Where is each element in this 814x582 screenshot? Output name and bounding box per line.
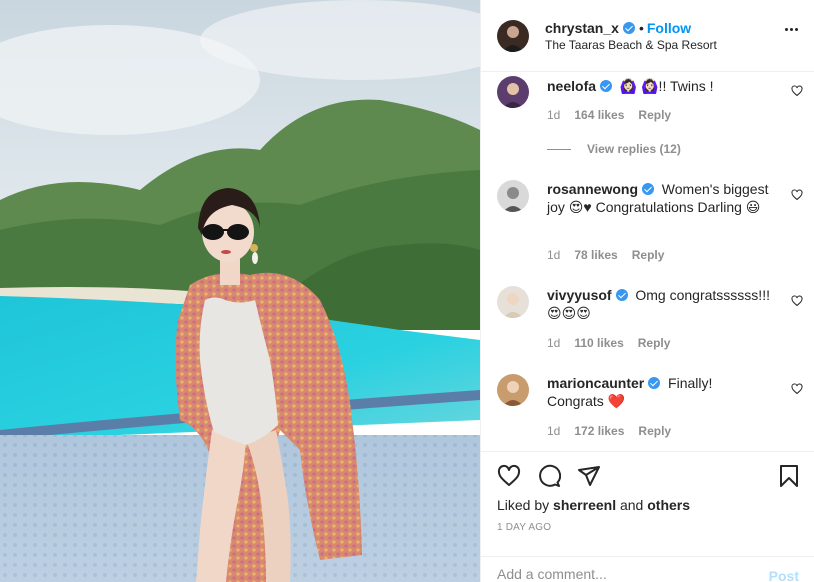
bookmark-icon[interactable] [777,464,801,488]
comment-username[interactable]: vivyyusof [547,287,612,303]
liked-by-prefix: Liked by [497,497,554,513]
follow-button[interactable]: Follow [647,20,691,36]
comment-likes[interactable]: 110 likes [574,336,623,350]
comment-text: 🙆🏻‍♀️ 🙆🏻‍♀️!! Twins ! [619,78,714,94]
comment-icon[interactable] [537,464,561,488]
comment-likes[interactable]: 78 likes [574,248,617,262]
comment-username[interactable]: rosannewong [547,181,638,197]
comment-username[interactable]: neelofa [547,78,596,94]
comment-text-block: rosannewong Women's biggest joy 😍♥ Congr… [547,180,773,216]
liked-by-user[interactable]: sherreenl [553,497,616,513]
comment-like-heart-icon[interactable] [791,383,803,395]
commenter-avatar[interactable] [497,374,529,406]
comment-username[interactable]: marioncaunter [547,375,644,391]
comment-meta: 1d 172 likes Reply [547,424,685,438]
comment-text-block: vivyyusof Omg congratssssss!!! 😍😍😍 [547,286,773,322]
comment-reply-button[interactable]: Reply [638,336,671,350]
comment-like-heart-icon[interactable] [791,85,803,97]
comment-meta: 1d 164 likes Reply [547,108,685,122]
comment-input[interactable] [497,566,737,582]
comment-like-heart-icon[interactable] [791,295,803,307]
liked-by-line: Liked by sherreenl and others [497,497,690,513]
post-side-panel: chrystan_x • Follow The Taaras Beach & Spa… [480,0,814,582]
header-title-line: chrystan_x • Follow [545,20,691,36]
verified-badge-icon [648,377,661,389]
comment-reply-button[interactable]: Reply [632,248,665,262]
verified-badge-icon [600,80,613,92]
comment-time: 1d [547,336,561,350]
commenter-avatar[interactable] [497,180,529,212]
more-options-icon[interactable] [785,28,799,32]
comment-meta: 1d 78 likes Reply [547,248,678,262]
post-comment-button[interactable]: Post [769,568,799,582]
comment-likes[interactable]: 172 likes [574,424,624,438]
author-username[interactable]: chrystan_x [545,20,619,36]
view-replies-button[interactable]: View replies (12) [547,142,681,156]
commenter-avatar-image [497,76,529,108]
post-actions-section: Liked by sherreenl and others 1 DAY AGO … [481,451,814,582]
post-timestamp[interactable]: 1 DAY AGO [497,522,551,533]
comment-reply-button[interactable]: Reply [638,424,671,438]
add-comment-bar: Post [481,556,814,582]
comment-like-heart-icon[interactable] [791,189,803,201]
comment-time: 1d [547,424,561,438]
share-icon[interactable] [577,464,601,488]
liked-by-others[interactable]: others [647,497,690,513]
comment-time: 1d [547,108,561,122]
comment-text-block: marioncaunter Finally! Congrats ❤️ [547,374,773,410]
commenter-avatar-image [497,180,529,212]
author-avatar[interactable] [497,20,529,52]
comment-time: 1d [547,248,561,262]
post-location[interactable]: The Taaras Beach & Spa Resort [545,38,717,52]
separator-dot: • [638,20,644,36]
commenter-avatar-image [497,374,529,406]
verified-badge-icon [622,22,635,34]
view-replies-label: View replies (12) [587,142,681,156]
comment-meta: 1d 110 likes Reply [547,336,684,350]
comment-likes[interactable]: 164 likes [574,108,624,122]
post-photo[interactable] [0,0,480,582]
commenter-avatar[interactable] [497,76,529,108]
liked-by-suffix: and [616,497,648,513]
author-avatar-image [497,20,529,52]
heart-icon[interactable] [497,464,521,488]
post-header: chrystan_x • Follow The Taaras Beach & Spa… [481,0,814,72]
comment-text-block: neelofa 🙆🏻‍♀️ 🙆🏻‍♀️!! Twins ! [547,77,773,95]
verified-badge-icon [615,289,628,301]
commenter-avatar-image [497,286,529,318]
replies-line [547,149,571,151]
verified-badge-icon [642,183,655,195]
photo-canvas [0,0,480,582]
comment-reply-button[interactable]: Reply [638,108,671,122]
commenter-avatar[interactable] [497,286,529,318]
instagram-post-modal: chrystan_x • Follow The Taaras Beach & Spa… [0,0,814,582]
